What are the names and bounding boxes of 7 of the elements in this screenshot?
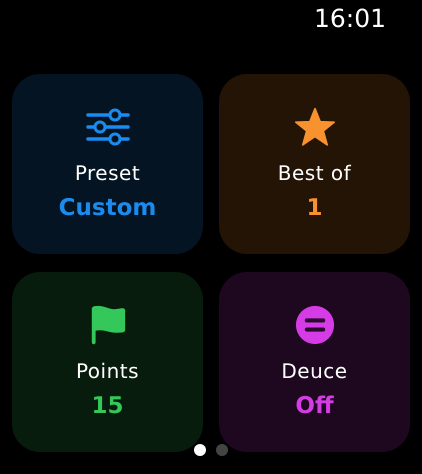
page-dot[interactable] [216,444,228,456]
clock-time: 16:01 [314,4,386,33]
setting-tile[interactable]: Deuce Off [219,272,410,452]
setting-tile[interactable]: Preset Custom [12,74,203,254]
setting-tile[interactable]: Points 15 [12,272,203,452]
page-dot[interactable] [194,444,206,456]
setting-tile[interactable]: Best of 1 [219,74,410,254]
